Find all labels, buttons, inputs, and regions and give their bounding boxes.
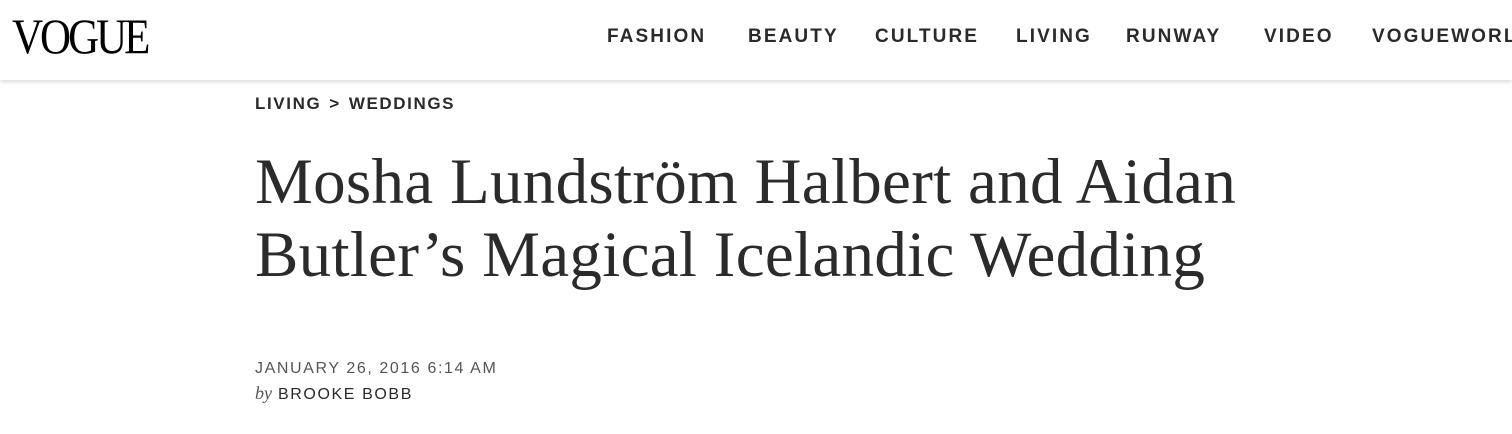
article-headline: Mosha Lundström Halbert and Aidan Butler… bbox=[255, 146, 1475, 292]
headline-line-1: Mosha Lundström Halbert and Aidan bbox=[255, 146, 1237, 218]
breadcrumb-living[interactable]: LIVING bbox=[255, 94, 321, 113]
author-link[interactable]: BROOKE BOBB bbox=[278, 386, 413, 403]
breadcrumb-separator: > bbox=[329, 94, 341, 113]
nav-item-video[interactable]: VIDEO bbox=[1264, 24, 1334, 50]
site-header: VOGUE FASHION BEAUTY CULTURE LIVING RUNW… bbox=[0, 0, 1512, 80]
nav-item-vogueworld[interactable]: VOGUEWORLD bbox=[1372, 24, 1512, 50]
nav-item-living[interactable]: LIVING bbox=[1016, 24, 1092, 50]
byline-prefix: by bbox=[255, 383, 272, 403]
nav-item-beauty[interactable]: BEAUTY bbox=[748, 24, 839, 50]
publish-date: JANUARY 26, 2016 6:14 AM bbox=[255, 360, 498, 377]
nav-item-fashion[interactable]: FASHION bbox=[607, 24, 706, 50]
breadcrumb-weddings[interactable]: WEDDINGS bbox=[349, 94, 455, 113]
byline: by BROOKE BOBB bbox=[255, 383, 413, 405]
nav-item-culture[interactable]: CULTURE bbox=[875, 24, 979, 50]
nav-item-runway[interactable]: RUNWAY bbox=[1126, 24, 1221, 50]
headline-line-2: Butler’s Magical Icelandic Wedding bbox=[255, 219, 1206, 291]
main-nav: FASHION BEAUTY CULTURE LIVING RUNWAY VID… bbox=[0, 24, 1512, 50]
breadcrumb: LIVING > WEDDINGS bbox=[255, 93, 455, 115]
